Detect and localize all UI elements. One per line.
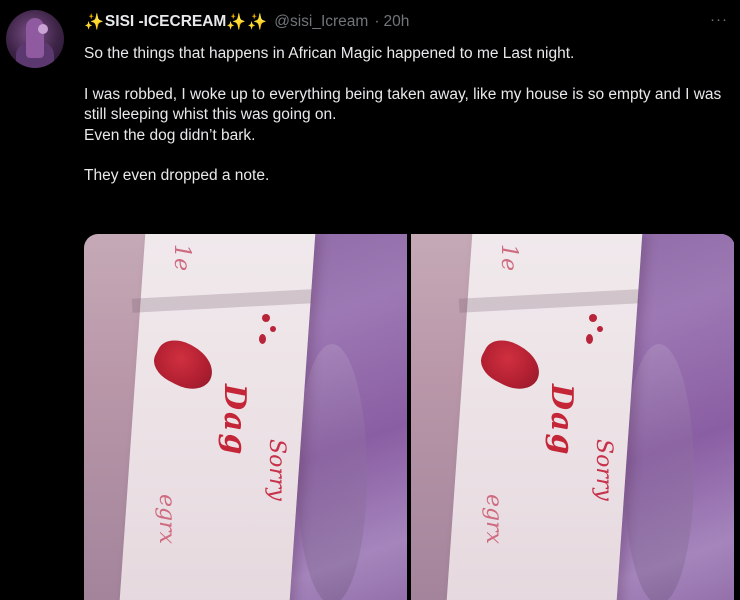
tweet-text-line: Even the dog didn’t bark. bbox=[84, 126, 256, 144]
tweet-text-line: I was robbed, I woke up to everything be… bbox=[84, 85, 722, 124]
avatar[interactable] bbox=[6, 10, 64, 68]
media-grid: Dag Sorry egrx 1e Dag Sorry egrx 1e bbox=[84, 234, 735, 600]
more-options-icon[interactable]: ··· bbox=[710, 11, 728, 28]
tweet-header: ✨ SISI -ICECREAM ✨ ✨ @sisi_Icream · 20h bbox=[84, 11, 409, 33]
sparkles-icon: ✨ bbox=[84, 14, 104, 31]
attached-photo[interactable]: Dag Sorry egrx 1e bbox=[84, 234, 407, 600]
tweet-text-line: So the things that happens in African Ma… bbox=[84, 45, 575, 62]
tweet[interactable]: ✨ SISI -ICECREAM ✨ ✨ @sisi_Icream · 20h … bbox=[0, 0, 740, 600]
sparkles-icon: ✨ bbox=[226, 14, 247, 31]
sparkles-icon: ✨ bbox=[247, 14, 268, 31]
attached-photo[interactable]: Dag Sorry egrx 1e bbox=[411, 234, 734, 600]
separator-dot: · bbox=[374, 13, 380, 30]
timestamp[interactable]: 20h bbox=[384, 13, 410, 31]
user-handle[interactable]: @sisi_Icream bbox=[274, 13, 368, 31]
tweet-text: So the things that happens in African Ma… bbox=[84, 44, 724, 187]
tweet-text-line: They even dropped a note. bbox=[84, 167, 270, 184]
display-name[interactable]: SISI -ICECREAM bbox=[105, 13, 226, 31]
